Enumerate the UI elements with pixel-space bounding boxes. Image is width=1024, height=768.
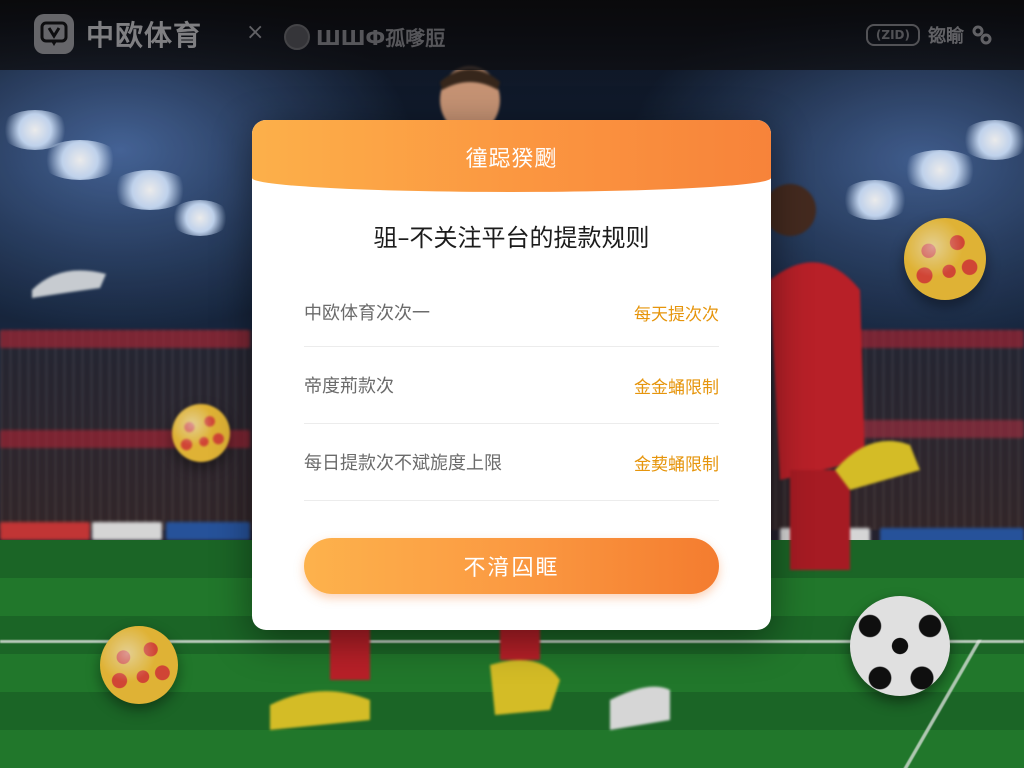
rule-label: 帝度荊款次 [304, 376, 394, 397]
rule-value: 金金蛹限制 [634, 377, 719, 398]
rule-row: 每日提款次不斌旎度上限 金葜蛹限制 [304, 424, 719, 501]
rule-label: 每日提款次不斌旎度上限 [304, 453, 502, 474]
rule-label: 中欧体育次次一 [304, 303, 430, 324]
confirm-button[interactable]: 不湇囜眶 [304, 538, 719, 594]
rule-value: 每天提次次 [634, 304, 719, 325]
rules-list: 中欧体育次次一 每天提次次 帝度荊款次 金金蛹限制 每日提款次不斌旎度上限 金葜… [304, 278, 719, 501]
dialog-header: 徸跽猤颲 [252, 120, 771, 192]
dialog-title: 驵–不关注平台的提款规则 [373, 224, 650, 252]
dialog-header-title: 徸跽猤颲 [465, 147, 558, 172]
withdrawal-rules-dialog: 徸跽猤颲 驵–不关注平台的提款规则 中欧体育次次一 每天提次次 帝度荊款次 金金… [252, 120, 771, 630]
rule-row: 帝度荊款次 金金蛹限制 [304, 347, 719, 424]
rule-row: 中欧体育次次一 每天提次次 [304, 278, 719, 347]
rule-value: 金葜蛹限制 [634, 454, 719, 475]
